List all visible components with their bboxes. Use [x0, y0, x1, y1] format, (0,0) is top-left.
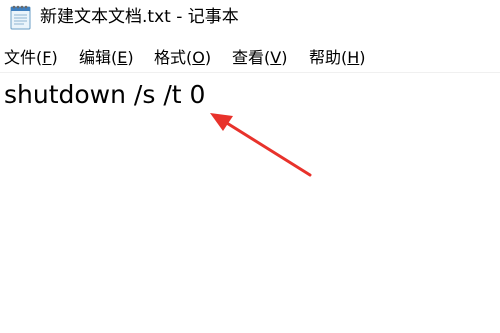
editor-content[interactable]: shutdown /s /t 0 [4, 79, 205, 111]
menu-file-mnemonic: F [42, 48, 52, 67]
menu-format-label: 格式 [154, 48, 187, 67]
menu-view[interactable]: 查看(V) [232, 45, 287, 71]
title-bar[interactable]: 新建文本文档.txt - 记事本 [0, 0, 500, 36]
menu-edit-mnemonic: E [117, 48, 128, 67]
menu-file-label: 文件 [4, 48, 37, 67]
menu-edit[interactable]: 编辑(E) [79, 45, 134, 71]
window-title: 新建文本文档.txt - 记事本 [40, 7, 239, 27]
menu-view-label: 查看 [232, 48, 265, 67]
notepad-icon [10, 5, 31, 30]
menu-file[interactable]: 文件(F) [4, 45, 58, 71]
text-editor[interactable]: shutdown /s /t 0 [0, 73, 500, 333]
menu-bar: 文件(F) 编辑(E) 格式(O) 查看(V) 帮助(H) [0, 45, 500, 71]
menu-help-mnemonic: H [347, 48, 360, 67]
menu-help[interactable]: 帮助(H) [309, 45, 366, 71]
menu-format[interactable]: 格式(O) [154, 45, 211, 71]
notepad-window: 新建文本文档.txt - 记事本 文件(F) 编辑(E) 格式(O) 查看(V)… [0, 0, 500, 333]
menu-view-mnemonic: V [270, 48, 282, 67]
menu-help-label: 帮助 [309, 48, 342, 67]
menu-format-mnemonic: O [192, 48, 205, 67]
menu-edit-label: 编辑 [79, 48, 112, 67]
